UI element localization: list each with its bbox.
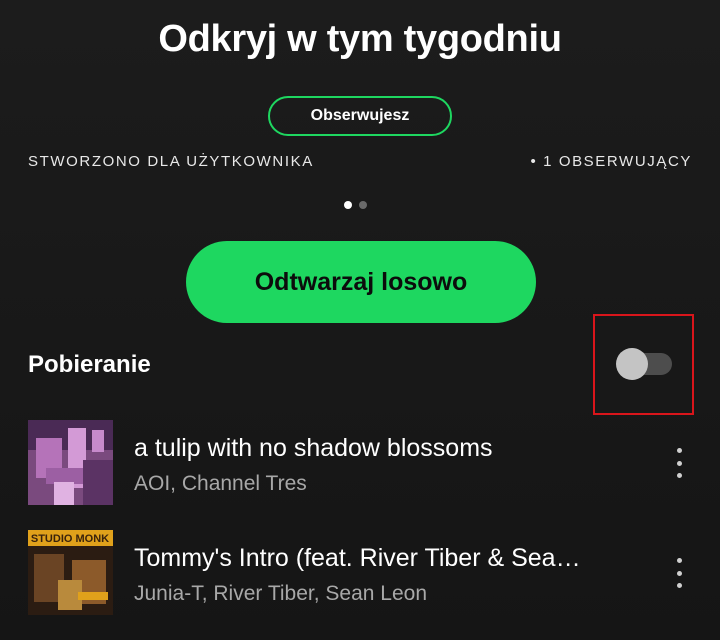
- page-dot-inactive[interactable]: [359, 201, 367, 209]
- album-cover-icon: [28, 420, 113, 505]
- toggle-knob: [616, 348, 648, 380]
- album-cover-icon: STUDIO MONK: [28, 530, 113, 615]
- playlist-title: Odkryj w tym tygodniu: [158, 18, 562, 60]
- page-indicator: [344, 201, 367, 209]
- album-cover-text: STUDIO MONK: [31, 533, 109, 545]
- more-options-icon[interactable]: [674, 558, 684, 588]
- track-row[interactable]: a tulip with no shadow blossoms AOI, Cha…: [28, 420, 720, 510]
- page-dot-active[interactable]: [344, 201, 352, 209]
- track-title: a tulip with no shadow blossoms: [134, 434, 493, 462]
- track-artists: Junia-T, River Tiber, Sean Leon: [134, 582, 427, 605]
- shuffle-play-button[interactable]: Odtwarzaj losowo: [186, 241, 536, 323]
- download-toggle[interactable]: [616, 348, 672, 380]
- more-options-icon[interactable]: [674, 448, 684, 478]
- track-title: Tommy's Intro (feat. River Tiber & Sea…: [134, 544, 581, 572]
- followers-count: • 1 OBSERWUJĄCY: [530, 153, 692, 170]
- created-for-label: STWORZONO DLA UŻYTKOWNIKA: [28, 153, 314, 170]
- download-label: Pobieranie: [28, 351, 151, 378]
- track-artists: AOI, Channel Tres: [134, 472, 307, 495]
- track-row[interactable]: STUDIO MONK Tommy's Intro (feat. River T…: [28, 530, 720, 620]
- follow-button[interactable]: Obserwujesz: [268, 96, 452, 136]
